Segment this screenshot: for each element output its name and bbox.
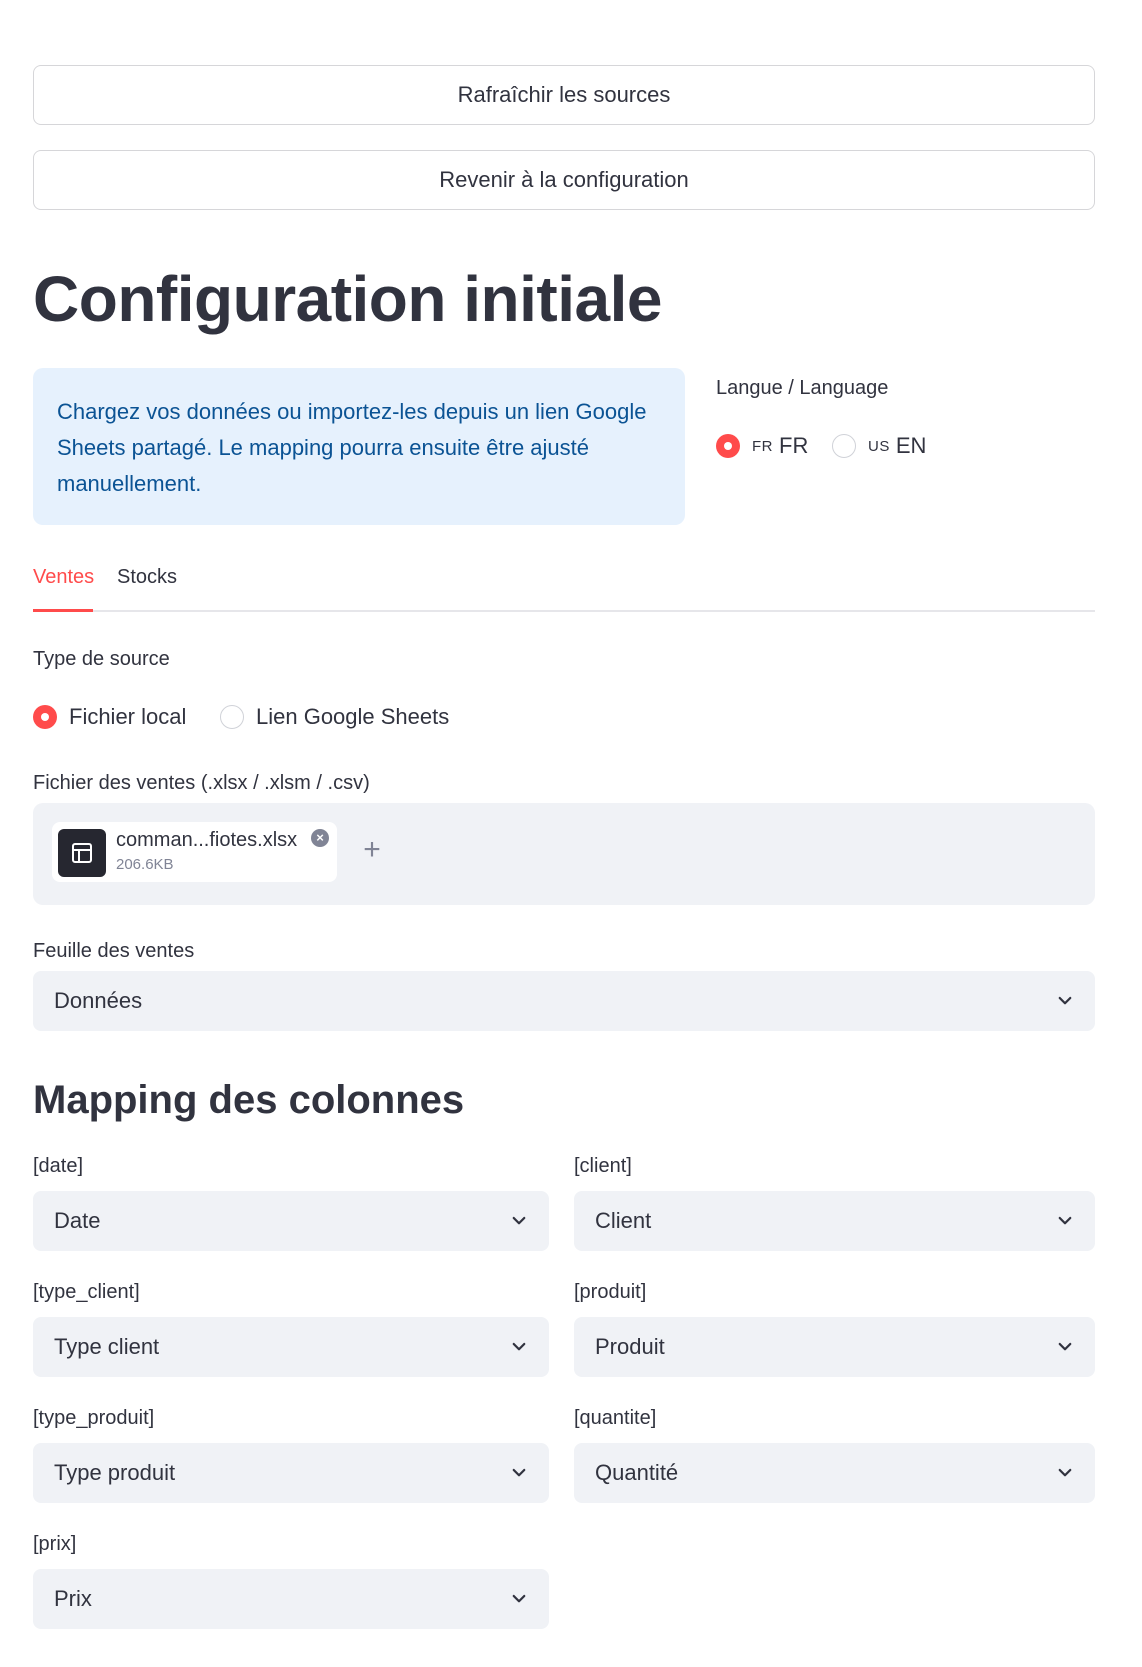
- mapping-field-label: [type_produit]: [33, 1407, 155, 1429]
- radio-selected-icon: [716, 434, 740, 458]
- mapping-select-value: Quantité: [595, 1460, 679, 1485]
- add-file-button[interactable]: +: [355, 833, 389, 867]
- tab-divider: [33, 610, 1095, 612]
- chevron-down-icon: [512, 1216, 526, 1225]
- page-title: Configuration initiale: [33, 263, 662, 335]
- flag-fr-icon: FR: [752, 437, 773, 455]
- page: Rafraîchir les sources Revenir à la conf…: [0, 0, 1142, 1667]
- table-file-icon: [58, 829, 106, 877]
- file-size: 206.6KB: [116, 856, 174, 873]
- sheet-select[interactable]: Données: [33, 971, 1095, 1031]
- tab-label: Stocks: [117, 566, 178, 588]
- mapping-select-value: Type client: [54, 1334, 160, 1359]
- language-option-label: EN: [895, 433, 927, 458]
- mapping-select-quantite[interactable]: Quantité: [574, 1443, 1095, 1503]
- language-option-fr[interactable]: FR FR: [716, 433, 808, 459]
- refresh-sources-button[interactable]: Rafraîchir les sources: [33, 65, 1095, 125]
- radio-selected-icon: [33, 705, 57, 729]
- mapping-field-label: [quantite]: [574, 1407, 657, 1429]
- tab-bar: Ventes Stocks: [33, 560, 1095, 612]
- chevron-down-icon: [512, 1594, 526, 1603]
- sheet-select-value: Données: [54, 988, 143, 1013]
- mapping-select-date[interactable]: Date: [33, 1191, 549, 1251]
- radio-unselected-icon: [220, 705, 244, 729]
- uploaded-file: comman...fiotes.xlsx 206.6KB ×: [52, 822, 337, 882]
- flag-us-icon: US: [868, 437, 890, 455]
- mapping-select-value: Client: [595, 1208, 652, 1233]
- chevron-down-icon: [1058, 1468, 1072, 1477]
- mapping-field-label: [type_client]: [33, 1281, 140, 1303]
- mapping-select-value: Type produit: [54, 1460, 176, 1485]
- source-option-google-sheets[interactable]: Lien Google Sheets: [220, 704, 449, 730]
- chevron-down-icon: [1058, 1216, 1072, 1225]
- mapping-field-label: [client]: [574, 1155, 632, 1177]
- mapping-field-label: [date]: [33, 1155, 84, 1177]
- mapping-select-value: Date: [54, 1208, 101, 1233]
- chevron-down-icon: [1058, 996, 1072, 1005]
- mapping-title: Mapping des colonnes: [33, 1078, 465, 1122]
- tab-label: Ventes: [33, 566, 95, 588]
- back-to-config-button[interactable]: Revenir à la configuration: [33, 150, 1095, 210]
- chevron-down-icon: [512, 1342, 526, 1351]
- info-alert: Chargez vos données ou importez-les depu…: [33, 368, 685, 525]
- file-name: comman...fiotes.xlsx: [116, 829, 298, 851]
- mapping-select-prix[interactable]: Prix: [33, 1569, 549, 1629]
- language-option-label: FR: [779, 433, 809, 458]
- mapping-field-label: [produit]: [574, 1281, 647, 1303]
- back-to-config-label: Revenir à la configuration: [439, 167, 689, 192]
- source-type-label: Type de source: [33, 648, 170, 670]
- chevron-down-icon: [1058, 1342, 1072, 1351]
- language-label: Langue / Language: [716, 377, 889, 399]
- language-option-en[interactable]: US EN: [832, 433, 926, 459]
- mapping-select-value: Prix: [54, 1586, 92, 1611]
- radio-unselected-icon: [832, 434, 856, 458]
- source-option-label: Fichier local: [69, 704, 187, 729]
- file-uploader[interactable]: comman...fiotes.xlsx 206.6KB × +: [33, 803, 1095, 905]
- mapping-select-value: Produit: [595, 1334, 665, 1359]
- mapping-select-type-produit[interactable]: Type produit: [33, 1443, 549, 1503]
- uploader-label: Fichier des ventes (.xlsx / .xlsm / .csv…: [33, 772, 370, 794]
- close-circle-icon[interactable]: ×: [311, 829, 329, 847]
- refresh-sources-label: Rafraîchir les sources: [457, 82, 671, 107]
- mapping-select-produit[interactable]: Produit: [574, 1317, 1095, 1377]
- chevron-down-icon: [512, 1468, 526, 1477]
- mapping-select-client[interactable]: Client: [574, 1191, 1095, 1251]
- tab-stocks[interactable]: Stocks: [117, 566, 177, 589]
- sheet-label: Feuille des ventes: [33, 940, 195, 962]
- tab-ventes[interactable]: Ventes: [33, 566, 94, 589]
- mapping-field-label: [prix]: [33, 1533, 77, 1555]
- source-option-local[interactable]: Fichier local: [33, 704, 186, 730]
- mapping-select-type-client[interactable]: Type client: [33, 1317, 549, 1377]
- source-option-label: Lien Google Sheets: [256, 704, 450, 729]
- tab-active-indicator: [33, 609, 93, 612]
